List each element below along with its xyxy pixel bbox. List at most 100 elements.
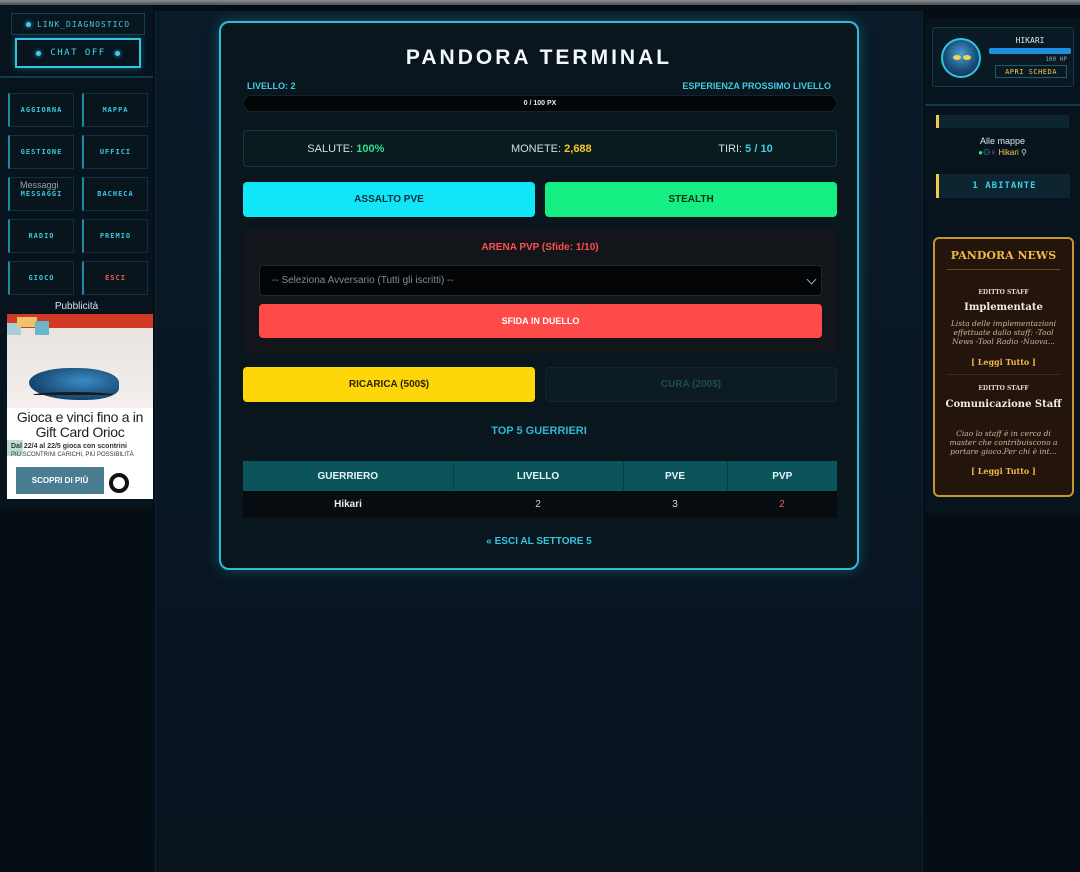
sidebar-divider [0,76,153,78]
arena-title: ARENA PVP (Sfide: 1/10) [481,242,599,253]
avatar-eye-shape [963,55,971,60]
nav-messaggi-button[interactable]: Messaggi MESSAGGI [8,177,74,211]
ad-face-image [7,328,153,408]
chat-toggle-button[interactable]: CHAT OFF [15,38,141,68]
news-read-more-link[interactable]: [ Leggi Tutto ] [935,466,1072,476]
assalto-pve-button[interactable]: ASSALTO PVE [243,182,535,217]
inhabitants-count[interactable]: 1 ABITANTE [936,174,1070,198]
exit-sector-link[interactable]: « ESCI AL SETTORE 5 [221,536,857,547]
avatar[interactable] [941,38,981,78]
nav-gestione-button[interactable]: GESTIONE [8,135,74,169]
table-header: PVP [727,461,837,491]
hp-bar [989,48,1071,54]
avatar-eye-shape [953,55,961,60]
nav-label: RADIO [28,232,55,240]
stat-salute-value: 100% [356,142,385,155]
nav-bacheca-button[interactable]: BACHECA [82,177,148,211]
advertisement[interactable]: Gioca e vinci fino a in Gift Card Orioc … [7,314,153,499]
arena-pvp-panel: ARENA PVP (Sfide: 1/10) -- Seleziona Avv… [243,227,837,353]
stat-monete-value: 2,688 [564,142,592,155]
chat-toggle-label: CHAT OFF [50,48,106,58]
news-read-more-link[interactable]: [ Leggi Tutto ] [935,357,1072,367]
stat-tiri: TIRI: 5 / 10 [718,143,772,155]
ad-eyelash-shape [33,392,113,398]
ad-title: Gioca e vinci fino a in Gift Card Orioc [16,409,144,440]
cura-button[interactable]: CURA (200$) [545,367,837,402]
nav-uffici-button[interactable]: UFFICI [82,135,148,169]
nav-label: MESSAGGI [20,190,63,198]
nav-label: UFFICI [99,148,132,156]
nav-label: GIOCO [28,274,55,282]
stat-salute: SALUTE: 100% [307,143,384,155]
table-header: GUERRIERO [243,461,454,491]
ad-logo-text: ric [109,495,134,499]
ad-subtitle-secondary: PIÙ SCONTRINI CARICHI, PIÙ POSSIBILITÀ [11,452,134,458]
opponent-select-value: -- Seleziona Avversario (Tutti gli iscri… [272,275,454,286]
nav-gioco-button[interactable]: GIOCO [8,261,74,295]
leaderboard-table: GUERRIERO LIVELLO PVE PVP Hikari 2 3 2 [243,461,837,518]
nav-esci-button[interactable]: ESCI [82,261,148,295]
nav-label: GESTIONE [20,148,63,156]
online-user-name[interactable]: Hikari [998,148,1018,157]
page-title: PANDORA TERMINAL [405,46,673,69]
profile-card: HIKARI 100 HP APRI SCHEDA [932,27,1074,87]
table-header: LIVELLO [453,461,624,491]
browser-top-bar [0,0,1080,5]
table-header-row: GUERRIERO LIVELLO PVE PVP [243,461,837,491]
nav-label: ESCI [105,274,126,282]
online-users: ●⚇♀ Hikari ⚲ [925,148,1080,157]
news-panel: PANDORA NEWS EDITTO STAFF Implementate L… [933,237,1074,497]
top5-title: TOP 5 GUERRIERI [491,425,587,437]
maps-link[interactable]: Alle mappe [925,136,1080,146]
ad-subtitle-main: Dal 22/4 al 22/5 gioca con scontrini [11,443,127,450]
sidebar-divider [925,104,1080,106]
stat-monete: MONETE: 2,688 [511,143,592,155]
news-item-headline: Comunicazione Staff [945,399,1062,410]
ad-decor-square [17,317,37,327]
opponent-select[interactable]: -- Seleziona Avversario (Tutti gli iscri… [259,265,822,296]
news-item-headline: Implementate [964,302,1043,313]
news-separator [947,374,1060,375]
nav-label: AGGIORNA [20,106,63,114]
ad-subtitle: Dal 22/4 al 22/5 gioca con scontrini PIÙ… [11,443,153,459]
hp-text: 100 HP [1045,56,1067,63]
stealth-button[interactable]: STEALTH [545,182,837,217]
stat-tiri-label: TIRI: [718,142,743,155]
ad-decor-square [35,321,49,335]
duel-button[interactable]: SFIDA IN DUELLO [259,304,822,338]
table-row: Hikari 2 3 2 [243,491,837,518]
xp-progress-text: 0 / 100 PX [523,100,557,107]
nav-aggiorna-button[interactable]: AGGIORNA [8,93,74,127]
right-sidebar: HIKARI 100 HP APRI SCHEDA Alle mappe ●⚇♀… [925,18,1080,513]
news-title: PANDORA NEWS [950,249,1057,262]
stats-row: SALUTE: 100% MONETE: 2,688 TIRI: 5 / 10 [243,130,837,167]
link-diagnostico[interactable]: LINK_DIAGNOSTICO [11,13,145,35]
nav-radio-button[interactable]: RADIO [8,219,74,253]
location-bar [936,115,1069,128]
news-item-tag: EDITTO STAFF [978,385,1029,392]
nav-label: BACHECA [97,190,134,198]
open-sheet-button[interactable]: APRI SCHEDA [995,65,1067,78]
news-item-body: Ciao lo staff è in cerca di master che c… [949,429,1058,456]
xp-progress-bar: 0 / 100 PX [243,95,837,112]
ad-cta-button[interactable]: SCOPRI DI PIÙ [16,467,104,494]
table-cell-pve: 3 [623,491,727,518]
gender-icon: ♀ [990,148,997,157]
chat-dot-right-icon [114,50,120,56]
nav-premio-button[interactable]: PREMIO [82,219,148,253]
news-item-tag: EDITTO STAFF [978,289,1029,296]
news-item-body: Lista delle implementazioni effettuate d… [950,319,1057,346]
pandora-terminal-card: PANDORA TERMINAL LIVELLO: 2 ESPERIENZA P… [219,21,859,570]
ricarica-button[interactable]: RICARICA (500$) [243,367,535,402]
chat-dot-left-icon [36,50,42,56]
nav-mappa-button[interactable]: MAPPA [82,93,148,127]
link-diagnostico-label: LINK_DIAGNOSTICO [36,19,131,29]
profile-name: HIKARI [1015,36,1045,45]
table-header: PVE [623,461,728,491]
status-dot-icon [25,21,31,27]
stat-tiri-value: 5 / 10 [745,142,773,155]
nav-messaggi-overlay: Messaggi [20,180,59,190]
pin-icon: ⚲ [1021,148,1027,157]
ad-logo: ric [109,469,153,499]
exp-next-level-label: ESPERIENZA PROSSIMO LIVELLO [682,81,831,91]
